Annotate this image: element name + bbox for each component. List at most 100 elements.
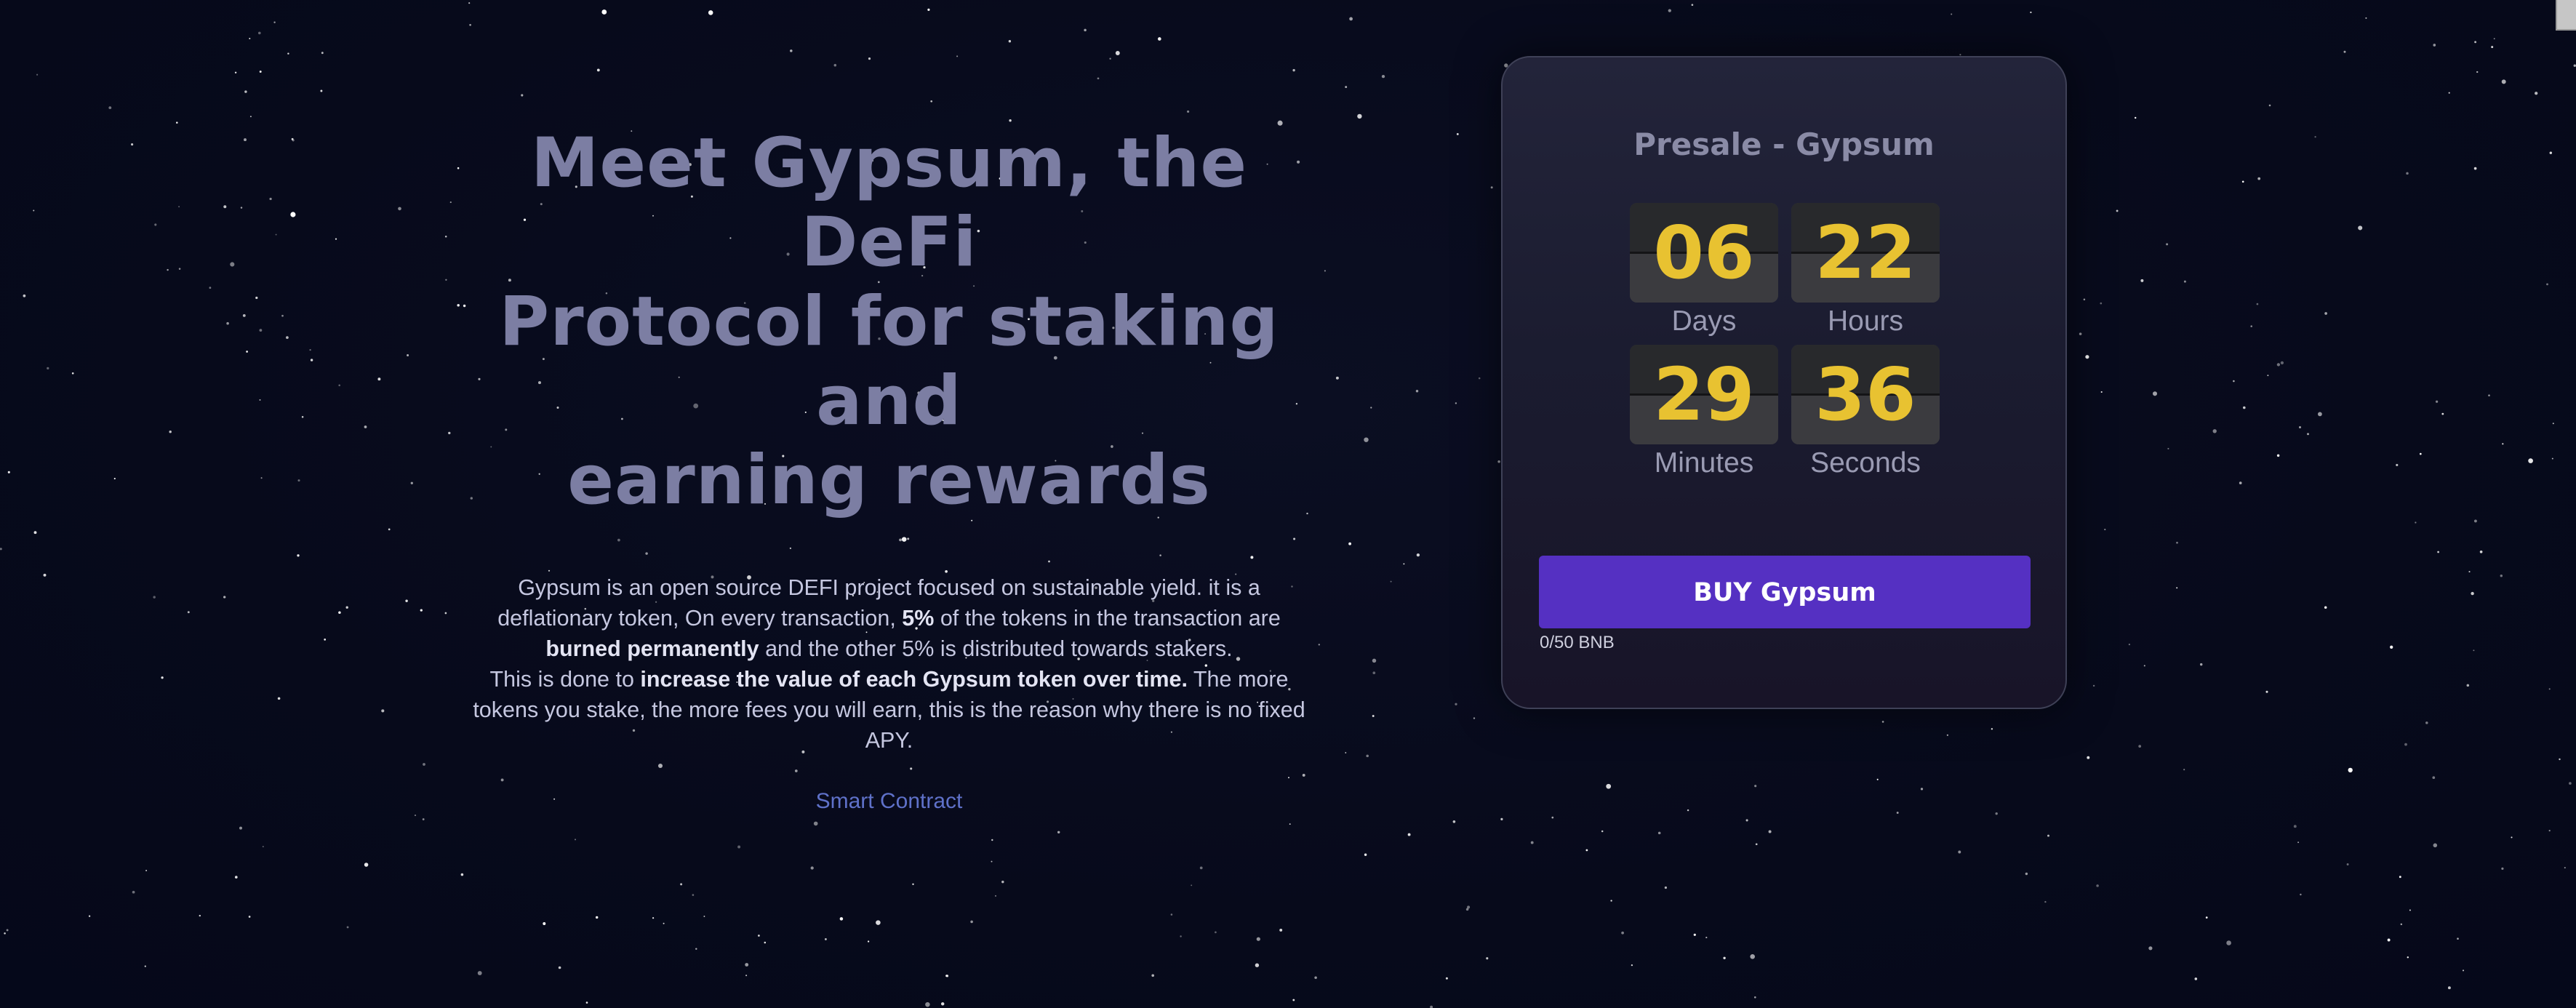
star [2501, 867, 2504, 870]
star [1691, 4, 1694, 7]
star [2425, 721, 2428, 724]
star [945, 975, 948, 977]
star [242, 313, 246, 317]
star [297, 554, 300, 557]
star [167, 268, 169, 271]
star [1631, 964, 1633, 967]
star [381, 709, 385, 713]
star [2493, 38, 2495, 40]
star [2552, 423, 2554, 425]
star [1292, 68, 1295, 72]
star [2293, 825, 2297, 828]
star [2387, 938, 2391, 942]
star [269, 197, 272, 201]
star [1279, 928, 1283, 932]
star [7, 471, 10, 473]
star [1151, 974, 1155, 977]
star [2267, 375, 2269, 377]
star [2183, 280, 2186, 283]
star [2559, 758, 2561, 761]
star [1372, 671, 1376, 675]
star [1610, 900, 1612, 902]
star [2143, 665, 2145, 667]
star [970, 920, 973, 924]
countdown-days-value: 06 [1653, 210, 1755, 295]
star [2176, 587, 2178, 589]
star [338, 611, 341, 614]
star [940, 1002, 945, 1006]
buy-gypsum-button[interactable]: BUY Gypsum [1539, 556, 2031, 628]
star [1318, 644, 1320, 646]
star [1324, 270, 1326, 272]
star [281, 314, 284, 317]
star [321, 52, 324, 55]
star [2346, 863, 2349, 865]
page: Meet Gypsum, the DeFi Protocol for staki… [0, 0, 2576, 1008]
star [1530, 841, 1534, 844]
star [2092, 684, 2095, 687]
star [2409, 909, 2411, 911]
star [1958, 850, 1961, 854]
star [244, 138, 247, 142]
star [2528, 458, 2533, 463]
countdown-seconds-label: Seconds [1810, 447, 1921, 479]
star [1008, 40, 1012, 43]
star [2152, 391, 2158, 396]
star [2194, 977, 2198, 980]
star [2256, 303, 2259, 305]
star [2199, 663, 2203, 666]
star [1753, 996, 1756, 999]
star [2441, 412, 2444, 415]
star [1364, 853, 1367, 857]
star [2406, 172, 2409, 175]
star [444, 235, 447, 238]
star [2419, 452, 2422, 455]
star [209, 287, 212, 289]
star [2140, 279, 2144, 282]
smart-contract-link[interactable]: Smart Contract [816, 789, 963, 814]
star [1057, 831, 1060, 834]
countdown-hours-label: Hours [1827, 305, 1904, 337]
star [1478, 377, 1481, 380]
star [33, 531, 37, 535]
star [1215, 931, 1217, 934]
star [1372, 715, 1375, 717]
star [2500, 574, 2503, 577]
star [2573, 64, 2576, 67]
star [1601, 830, 1604, 833]
scrollbar-corner[interactable] [2556, 0, 2576, 31]
star [405, 599, 408, 602]
star [2167, 447, 2169, 449]
star [2233, 380, 2235, 383]
star [187, 611, 190, 614]
star [132, 890, 135, 894]
star [345, 606, 348, 609]
star [2511, 836, 2513, 839]
star [2318, 412, 2322, 417]
star [2324, 606, 2327, 609]
desc-text: of the tokens in the transaction are [934, 606, 1281, 631]
star [2535, 92, 2538, 95]
countdown-hours-tile: 22 [1791, 203, 1940, 303]
star [1995, 812, 1998, 815]
star [1289, 823, 1291, 825]
star [1390, 580, 1392, 583]
star [596, 68, 600, 72]
star [297, 479, 300, 482]
star [2314, 136, 2316, 138]
star [1551, 816, 1554, 819]
star [1170, 913, 1173, 916]
star [2549, 151, 2553, 154]
star [1606, 783, 1612, 789]
star [1920, 788, 1924, 791]
star [2476, 71, 2479, 73]
star [1370, 407, 1372, 409]
star [2348, 767, 2353, 773]
star [2085, 355, 2089, 359]
star [1687, 809, 1689, 812]
star [2280, 361, 2284, 365]
star [1349, 17, 1353, 21]
star [398, 207, 401, 211]
star [223, 205, 227, 209]
star [2079, 332, 2082, 335]
